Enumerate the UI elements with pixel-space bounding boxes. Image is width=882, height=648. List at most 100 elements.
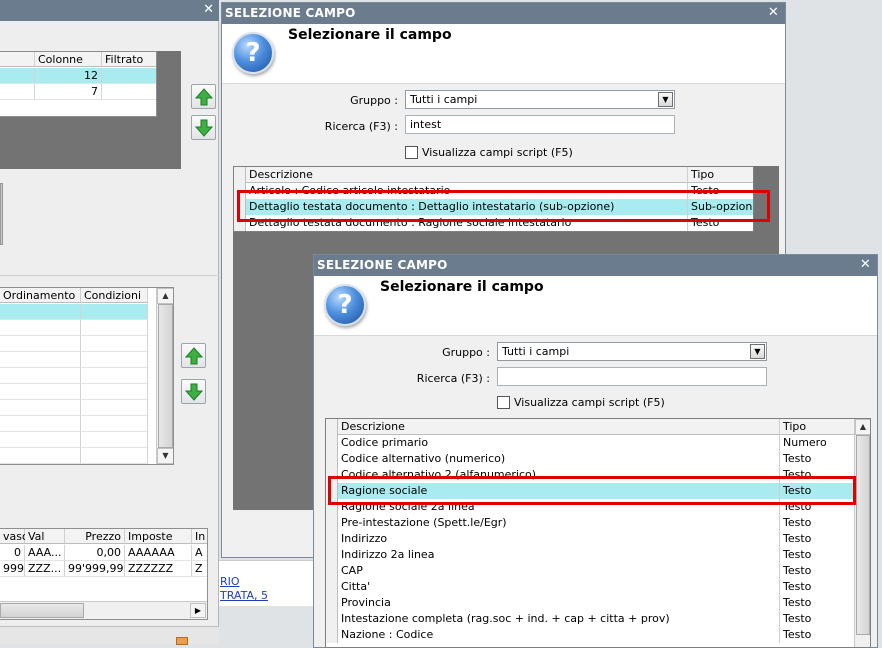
- table-cell[interactable]: 7: [35, 84, 102, 100]
- list-item[interactable]: Codice alternativo 2 (alfanumerico) Testo: [326, 467, 854, 483]
- close-icon[interactable]: ✕: [860, 257, 871, 272]
- table-cell[interactable]: 12: [35, 68, 102, 84]
- col-header[interactable]: Val: [25, 529, 65, 544]
- col-header-condizioni[interactable]: Condizioni: [81, 288, 148, 303]
- list-item[interactable]: Nazione : Codice Testo: [326, 627, 854, 643]
- scroll-up-icon[interactable]: ▲: [157, 288, 173, 304]
- col-header[interactable]: Prezzo: [65, 529, 125, 544]
- list-item-selected[interactable]: Ragione sociale Testo: [326, 483, 854, 499]
- scroll-down-icon[interactable]: ▼: [157, 448, 173, 464]
- price-grid[interactable]: vaso Val Prezzo Imposte In 0 AAA... 0,00…: [0, 528, 208, 620]
- table-cell[interactable]: ZZZ...: [25, 561, 65, 577]
- col-header[interactable]: Imposte: [125, 529, 192, 544]
- dialog-heading: Selezionare il campo: [288, 27, 452, 43]
- script-fields-label: Visualizza campi script (F5): [514, 396, 665, 409]
- row-descrizione: Codice primario: [338, 435, 780, 451]
- list-item[interactable]: Dettaglio testata documento : Ragione so…: [234, 215, 753, 231]
- field-list-scrollbar[interactable]: ▲: [854, 419, 870, 647]
- col-header-ordinamento[interactable]: Ordinamento: [0, 288, 81, 303]
- sort-move-down-button[interactable]: [181, 379, 206, 404]
- row-tipo: Testo: [783, 596, 812, 609]
- table-cell[interactable]: AAAAAA: [125, 545, 192, 561]
- dialog-title-text: SELEZIONE CAMPO: [225, 6, 356, 20]
- move-down-button[interactable]: [191, 115, 216, 140]
- row-descrizione: Codice alternativo (numerico): [338, 451, 780, 467]
- list-item[interactable]: Articolo : Codice articolo intestatario …: [234, 183, 753, 199]
- col-header-descrizione[interactable]: Descrizione: [246, 167, 688, 183]
- scroll-right-icon[interactable]: ▶: [190, 603, 206, 618]
- address-link[interactable]: TRATA, 5: [220, 589, 268, 602]
- ricerca-input[interactable]: intest: [405, 115, 675, 134]
- list-item[interactable]: Provincia Testo: [326, 595, 854, 611]
- list-item[interactable]: Ragione sociale 2a linea Testo: [326, 499, 854, 515]
- list-item[interactable]: Indirizzo Testo: [326, 531, 854, 547]
- row-descrizione: Codice alternativo 2 (alfanumerico): [338, 467, 780, 483]
- row-tipo: Testo: [783, 548, 812, 561]
- table-cell[interactable]: 999: [0, 561, 25, 577]
- scroll-thumb[interactable]: [856, 435, 870, 635]
- field-list-1[interactable]: Descrizione Tipo Articolo : Codice artic…: [233, 166, 754, 232]
- col-header[interactable]: vaso: [0, 529, 29, 544]
- list-item[interactable]: Intestazione completa (rag.soc + ind. + …: [326, 611, 854, 627]
- col-header-descrizione[interactable]: Descrizione: [338, 419, 780, 435]
- dialog-heading: Selezionare il campo: [380, 279, 544, 295]
- background-titlebar: ✕: [0, 0, 219, 21]
- table-cell[interactable]: Z: [192, 561, 207, 577]
- field-list-2[interactable]: Descrizione Tipo Codice primario Numero Co…: [325, 418, 871, 648]
- ricerca-label: Ricerca (F3) :: [416, 372, 490, 385]
- gruppo-value: Tutti i campi: [410, 93, 478, 106]
- move-up-button[interactable]: [191, 84, 216, 109]
- gruppo-select[interactable]: Tutti i campi ▼: [497, 342, 767, 361]
- table-cell[interactable]: [102, 68, 156, 84]
- col-header-filtrato[interactable]: Filtrato: [102, 52, 156, 67]
- dialog-title-text: SELEZIONE CAMPO: [317, 258, 448, 272]
- table-cell[interactable]: [102, 84, 156, 100]
- sort-grid[interactable]: Ordinamento Condizioni ▲ ▼: [0, 287, 174, 465]
- row-tipo: Testo: [783, 612, 812, 625]
- close-icon[interactable]: ✕: [768, 5, 779, 20]
- list-item-selected[interactable]: Dettaglio testata documento : Dettaglio …: [234, 199, 753, 215]
- scroll-thumb[interactable]: [0, 603, 84, 618]
- price-grid-hscrollbar[interactable]: ▶: [0, 601, 207, 619]
- close-icon[interactable]: ✕: [203, 2, 214, 18]
- chevron-down-icon[interactable]: ▼: [750, 344, 765, 359]
- gruppo-label: Gruppo :: [350, 94, 398, 107]
- col-header-tipo[interactable]: Tipo: [688, 167, 753, 183]
- script-fields-label: Visualizza campi script (F5): [422, 146, 573, 159]
- sort-move-up-button[interactable]: [181, 343, 206, 368]
- script-fields-checkbox[interactable]: [497, 396, 510, 409]
- table-cell[interactable]: 99'999,99: [65, 561, 125, 577]
- table-cell[interactable]: 0: [0, 545, 25, 561]
- list-item[interactable]: Indirizzo 2a linea Testo: [326, 547, 854, 563]
- ricerca-input[interactable]: [497, 367, 767, 386]
- columns-grid[interactable]: Colonne Filtrato 12 7: [0, 51, 157, 117]
- scroll-up-icon[interactable]: ▲: [855, 419, 870, 435]
- script-fields-checkbox[interactable]: [405, 146, 418, 159]
- col-header-tipo[interactable]: Tipo: [780, 419, 847, 435]
- chevron-down-icon[interactable]: ▼: [658, 92, 673, 107]
- table-cell[interactable]: A: [192, 545, 207, 561]
- gruppo-label: Gruppo :: [442, 346, 490, 359]
- table-cell[interactable]: AAA...: [25, 545, 65, 561]
- table-cell[interactable]: 0,00: [65, 545, 125, 561]
- col-header-colonne[interactable]: Colonne: [35, 52, 102, 67]
- table-cell[interactable]: ZZZZZZ: [125, 561, 192, 577]
- list-item[interactable]: CAP Testo: [326, 563, 854, 579]
- row-tipo: Testo: [783, 580, 812, 593]
- list-item[interactable]: Pre-intestazione (Spett.le/Egr) Testo: [326, 515, 854, 531]
- col-header[interactable]: In: [192, 529, 207, 544]
- sort-grid-scrollbar[interactable]: ▲ ▼: [156, 288, 173, 464]
- row-descrizione: Dettaglio testata documento : Dettaglio …: [246, 199, 688, 215]
- list-item[interactable]: Codice alternativo (numerico) Testo: [326, 451, 854, 467]
- row-descrizione: Provincia: [338, 595, 780, 611]
- address-link[interactable]: RIO: [220, 575, 240, 588]
- gruppo-select[interactable]: Tutti i campi ▼: [405, 90, 675, 109]
- scroll-thumb[interactable]: [158, 304, 173, 448]
- list-item[interactable]: Codice primario Numero: [326, 435, 854, 451]
- select-field-dialog-2: SELEZIONE CAMPO ✕ ? Selezionare il campo…: [313, 254, 878, 648]
- row-descrizione: Ragione sociale: [338, 483, 780, 499]
- panel-edge: [0, 183, 3, 245]
- list-item[interactable]: Citta' Testo: [326, 579, 854, 595]
- row-descrizione: CAP: [338, 563, 780, 579]
- row-tipo: Testo: [780, 483, 854, 499]
